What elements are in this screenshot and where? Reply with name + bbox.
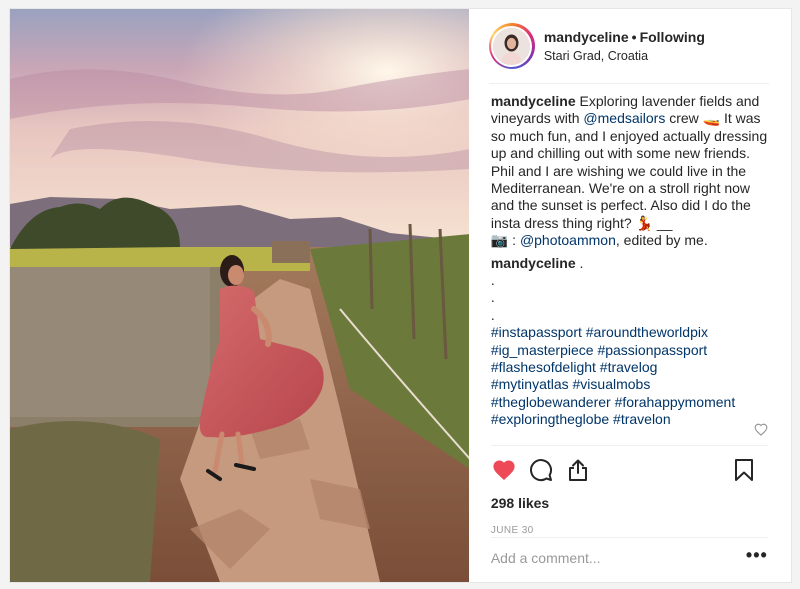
caption-text-3: : [508, 232, 520, 249]
share-icon [568, 459, 587, 481]
heart-outline-icon[interactable] [754, 423, 768, 436]
comment-username[interactable]: mandyceline [491, 255, 576, 271]
likes-count[interactable]: 298 likes [491, 494, 768, 512]
comment-dot-line: . [490, 306, 495, 323]
hashtag-line[interactable]: #instapassport #aroundtheworldpix [491, 324, 773, 341]
bookmark-icon [734, 459, 753, 481]
header-username[interactable]: mandyceline [544, 29, 629, 45]
location-link[interactable]: Stari Grad, Croatia [544, 47, 705, 65]
comment-dot-line: . [490, 272, 495, 289]
more-options-button[interactable]: ••• [746, 546, 768, 566]
hashtag-line[interactable]: #flashesofdelight #travelog [491, 359, 773, 376]
comment-bubble-icon [529, 459, 552, 482]
post-actions-section: 298 likes JUNE 30 [490, 445, 768, 537]
post-photo[interactable] [10, 9, 469, 582]
heart-filled-icon [493, 460, 515, 480]
post-sidebar: mandyceline • Following Stari Grad, Croati… [469, 9, 791, 582]
caption-text-4: , edited by me. [615, 232, 708, 249]
hashtags: #instapassport #aroundtheworldpix #ig_ma… [491, 324, 773, 428]
story-ring[interactable] [488, 23, 535, 69]
caption-username[interactable]: mandyceline [491, 93, 576, 109]
comment-form: ••• [490, 537, 768, 577]
mention-medsailors[interactable]: @medsailors [583, 110, 665, 126]
follow-button[interactable]: Following [640, 29, 705, 45]
comments-list[interactable]: mandyceline Exploring lavender fields an… [491, 93, 773, 445]
hashtag-line[interactable]: #exploringtheglobe #travelon [491, 411, 773, 428]
avatar[interactable] [493, 27, 531, 65]
caption: mandyceline Exploring lavender fields an… [491, 93, 773, 250]
hashtag-line[interactable]: #ig_masterpiece #passionpassport [491, 342, 773, 359]
caption-text-2: crew 🚤 It was so much fun, and I enjoyed… [490, 110, 768, 231]
comment-button[interactable] [528, 457, 554, 483]
camera-emoji: 📷 [490, 232, 509, 249]
save-button[interactable] [731, 457, 757, 483]
comment-text: . [575, 254, 584, 271]
post-date[interactable]: JUNE 30 [491, 525, 768, 537]
action-bar [491, 446, 768, 494]
comment-input[interactable] [490, 549, 711, 566]
post-card: mandyceline • Following Stari Grad, Croati… [9, 8, 792, 583]
share-button[interactable] [565, 457, 591, 483]
comment-dot-line: . [490, 289, 495, 306]
post-header: mandyceline • Following Stari Grad, Croati… [488, 9, 769, 84]
hashtag-line[interactable]: #theglobewanderer #forahappymoment [491, 394, 773, 411]
mention-photoammon[interactable]: @photoammon [520, 232, 616, 248]
post-photo-image [10, 9, 469, 582]
comment: mandyceline . . . . #instapassport #arou… [491, 255, 773, 429]
comment-dots: . . . [491, 272, 773, 324]
hashtag-line[interactable]: #mytinyatlas #visualmobs [491, 376, 773, 393]
header-separator: • [631, 28, 637, 45]
like-button[interactable] [491, 457, 517, 483]
